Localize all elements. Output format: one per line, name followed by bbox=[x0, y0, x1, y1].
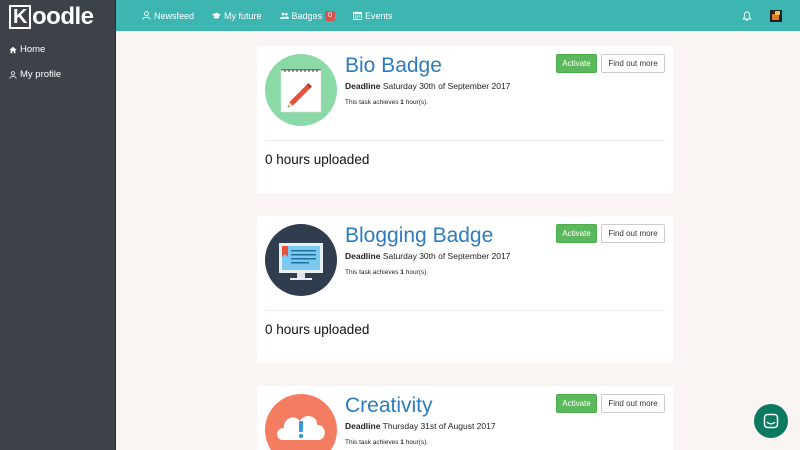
activate-button[interactable]: Activate bbox=[556, 54, 597, 73]
badge-title[interactable]: Bio Badge bbox=[345, 54, 442, 78]
nav-label: Events bbox=[364, 10, 393, 21]
deadline-label: Deadline bbox=[345, 81, 381, 91]
nav-label: Badges bbox=[291, 10, 323, 21]
badge-hours-info: This task achieves 1 hour(s). bbox=[345, 99, 428, 106]
hours-uploaded: 0 hours uploaded bbox=[265, 322, 370, 337]
nav-badges[interactable]: Badges 0 bbox=[271, 0, 344, 31]
kloodle-logo[interactable]: Koodle bbox=[0, 0, 115, 34]
top-right-controls bbox=[742, 0, 782, 31]
sidebar-item-label: Home bbox=[20, 44, 46, 55]
achieve-suffix: hour(s). bbox=[403, 269, 429, 276]
logo-text: oodle bbox=[32, 3, 94, 30]
top-navbar: Newsfeed My future Badges 0 Events bbox=[116, 0, 800, 31]
sidebar-item-my-profile[interactable]: My profile bbox=[0, 63, 115, 86]
badge-deadline: Deadline Saturday 30th of September 2017 bbox=[345, 81, 510, 91]
achieve-suffix: hour(s). bbox=[403, 99, 429, 106]
main-content: Bio Badge Deadline Saturday 30th of Sept… bbox=[116, 31, 800, 450]
sidebar-item-home[interactable]: Home bbox=[0, 38, 115, 61]
users-icon bbox=[279, 12, 289, 19]
card-divider bbox=[265, 310, 665, 311]
badge-card: Blogging Badge Deadline Saturday 30th of… bbox=[257, 216, 673, 363]
chat-launcher-button[interactable] bbox=[754, 404, 788, 438]
chat-icon bbox=[763, 413, 779, 429]
deadline-label: Deadline bbox=[345, 251, 381, 261]
find-out-more-button[interactable]: Find out more bbox=[601, 394, 665, 413]
user-icon bbox=[142, 11, 151, 20]
achieve-text: This task achieves bbox=[345, 99, 401, 106]
idea-cloud-icon bbox=[265, 394, 337, 450]
nav-label: My future bbox=[224, 10, 262, 21]
badge-hours-info: This task achieves 1 hour(s). bbox=[345, 269, 428, 276]
find-out-more-button[interactable]: Find out more bbox=[601, 224, 665, 243]
card-divider bbox=[265, 140, 665, 141]
deadline-label: Deadline bbox=[345, 421, 381, 431]
hours-uploaded: 0 hours uploaded bbox=[265, 152, 370, 167]
sidebar: Koodle Home My profile bbox=[0, 0, 116, 450]
avatar[interactable] bbox=[770, 9, 782, 22]
logo-k: K bbox=[9, 5, 31, 29]
deadline-value: Saturday 30th of September 2017 bbox=[382, 251, 511, 261]
achieve-text: This task achieves bbox=[345, 439, 401, 446]
home-icon bbox=[9, 46, 17, 53]
activate-button[interactable]: Activate bbox=[556, 224, 597, 243]
graduation-cap-icon bbox=[212, 12, 222, 19]
deadline-value: Thursday 31st of August 2017 bbox=[382, 421, 496, 431]
achieve-suffix: hour(s). bbox=[403, 439, 429, 446]
badge-title[interactable]: Blogging Badge bbox=[345, 224, 493, 248]
nav-newsfeed[interactable]: Newsfeed bbox=[133, 0, 203, 31]
badge-card: Creativity Deadline Thursday 31st of Aug… bbox=[257, 386, 673, 450]
achieve-text: This task achieves bbox=[345, 269, 401, 276]
nav-my-future[interactable]: My future bbox=[203, 0, 271, 31]
deadline-value: Saturday 30th of September 2017 bbox=[382, 81, 511, 91]
badge-title[interactable]: Creativity bbox=[345, 394, 433, 418]
nav-label: Newsfeed bbox=[154, 10, 195, 21]
find-out-more-button[interactable]: Find out more bbox=[601, 54, 665, 73]
monitor-blog-icon bbox=[265, 224, 337, 296]
bell-icon[interactable] bbox=[742, 11, 752, 21]
nav-events[interactable]: Events bbox=[344, 0, 402, 31]
badge-hours-info: This task achieves 1 hour(s). bbox=[345, 439, 428, 446]
user-icon bbox=[9, 70, 17, 79]
notepad-pencil-icon bbox=[265, 54, 337, 126]
badge-deadline: Deadline Thursday 31st of August 2017 bbox=[345, 421, 496, 431]
badges-count-badge: 0 bbox=[325, 10, 335, 21]
badge-deadline: Deadline Saturday 30th of September 2017 bbox=[345, 251, 510, 261]
badge-card: Bio Badge Deadline Saturday 30th of Sept… bbox=[257, 46, 673, 193]
calendar-icon bbox=[352, 11, 362, 20]
sidebar-item-label: My profile bbox=[20, 69, 62, 80]
activate-button[interactable]: Activate bbox=[556, 394, 597, 413]
